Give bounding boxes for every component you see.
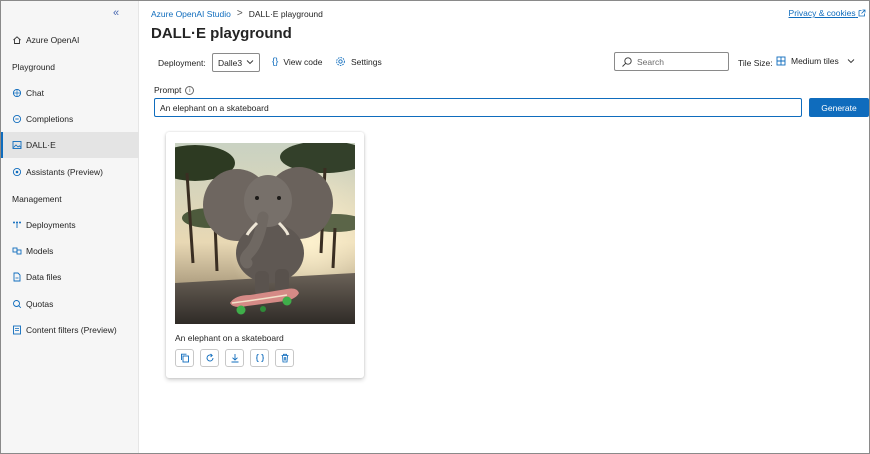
sidebar-item-data-files[interactable]: Data files [1, 264, 139, 290]
breadcrumb-link-studio[interactable]: Azure OpenAI Studio [151, 9, 231, 19]
completions-icon [12, 114, 22, 124]
active-indicator [1, 132, 3, 158]
sidebar-item-content-filters[interactable]: Content filters (Preview) [1, 317, 139, 343]
sidebar-item-label: Completions [26, 114, 74, 124]
image-actions [175, 349, 294, 367]
image-icon [12, 140, 22, 150]
sidebar-item-label: Assistants (Preview) [26, 167, 103, 177]
quotas-icon [12, 299, 22, 309]
sidebar-item-label: Deployments [26, 220, 76, 230]
sidebar-item-azure-openai[interactable]: Azure OpenAI [1, 27, 139, 53]
tile-size-value: Medium tiles [791, 56, 839, 66]
deployments-icon [12, 220, 22, 230]
deployment-select[interactable]: Dalle3 [212, 53, 260, 72]
copy-icon [180, 353, 189, 363]
data-files-icon [12, 272, 22, 282]
chevron-down-icon [246, 60, 254, 65]
generated-image[interactable] [175, 143, 355, 324]
sidebar-item-label: Data files [26, 272, 62, 282]
sidebar-item-deployments[interactable]: Deployments [1, 212, 139, 238]
sidebar: « Azure OpenAI Playground Chat Completio… [1, 1, 139, 453]
prompt-label-text: Prompt [154, 85, 182, 95]
image-result-card: An elephant on a skateboard [166, 132, 364, 378]
breadcrumb: Azure OpenAI Studio > DALL·E playground [151, 8, 323, 19]
info-icon[interactable]: i [185, 85, 195, 95]
models-icon [12, 246, 22, 256]
privacy-link-label: Privacy & cookies [788, 8, 856, 18]
sidebar-item-label: DALL·E [26, 140, 56, 150]
settings-label: Settings [351, 56, 382, 67]
collapse-sidebar-icon[interactable]: « [113, 7, 119, 19]
home-icon [12, 35, 22, 45]
delete-button[interactable] [275, 349, 294, 367]
prompt-label: Prompt i [154, 85, 195, 95]
view-code-button[interactable]: {} View code [272, 56, 322, 67]
sidebar-item-label: Quotas [26, 299, 54, 309]
sidebar-item-chat[interactable]: Chat [1, 80, 139, 106]
privacy-link[interactable]: Privacy & cookies [789, 8, 866, 18]
view-code-label: View code [283, 56, 323, 67]
search-input[interactable] [637, 56, 727, 67]
grid-icon [776, 56, 786, 66]
download-icon [231, 354, 238, 363]
breadcrumb-current: DALL·E playground [248, 8, 323, 19]
sidebar-item-models[interactable]: Models [1, 238, 139, 264]
sidebar-item-label: Content filters (Preview) [26, 325, 117, 335]
deployment-label: Deployment: [158, 58, 206, 68]
gear-icon [336, 57, 345, 66]
sidebar-heading-playground: Playground [12, 62, 56, 72]
sidebar-item-label: Azure OpenAI [26, 35, 80, 45]
assistant-icon [12, 167, 22, 177]
sidebar-item-completions[interactable]: Completions [1, 106, 139, 132]
download-button[interactable] [225, 349, 244, 367]
copy-button[interactable] [175, 349, 194, 367]
sidebar-item-label: Models [26, 246, 54, 256]
regenerate-button[interactable] [200, 349, 219, 367]
sidebar-heading-management: Management [12, 194, 62, 204]
chevron-down-icon [847, 59, 855, 64]
page-title: DALL·E playground [151, 25, 292, 42]
sidebar-item-dalle[interactable]: DALL·E [1, 132, 139, 158]
sidebar-item-assistants[interactable]: Assistants (Preview) [1, 159, 139, 185]
code-icon: {} [272, 56, 279, 67]
search-box[interactable] [614, 52, 729, 71]
sidebar-item-quotas[interactable]: Quotas [1, 291, 139, 317]
external-link-icon [858, 9, 866, 17]
breadcrumb-separator: > [236, 8, 243, 19]
deployment-value: Dalle3 [218, 57, 243, 68]
generate-button[interactable]: Generate [809, 98, 869, 117]
prompt-input[interactable] [154, 98, 802, 117]
search-icon [622, 56, 632, 67]
tile-size-select[interactable]: Medium tiles [776, 56, 856, 66]
tile-size-label: Tile Size: [738, 58, 773, 68]
chat-icon [12, 88, 22, 98]
content-filter-icon [12, 325, 22, 335]
image-caption: An elephant on a skateboard [175, 333, 284, 343]
delete-icon [281, 353, 288, 363]
regenerate-icon [206, 353, 213, 362]
settings-button[interactable]: Settings [335, 56, 382, 67]
code-icon [255, 354, 264, 362]
view-code-card-button[interactable] [250, 349, 269, 367]
sidebar-item-label: Chat [26, 88, 44, 98]
